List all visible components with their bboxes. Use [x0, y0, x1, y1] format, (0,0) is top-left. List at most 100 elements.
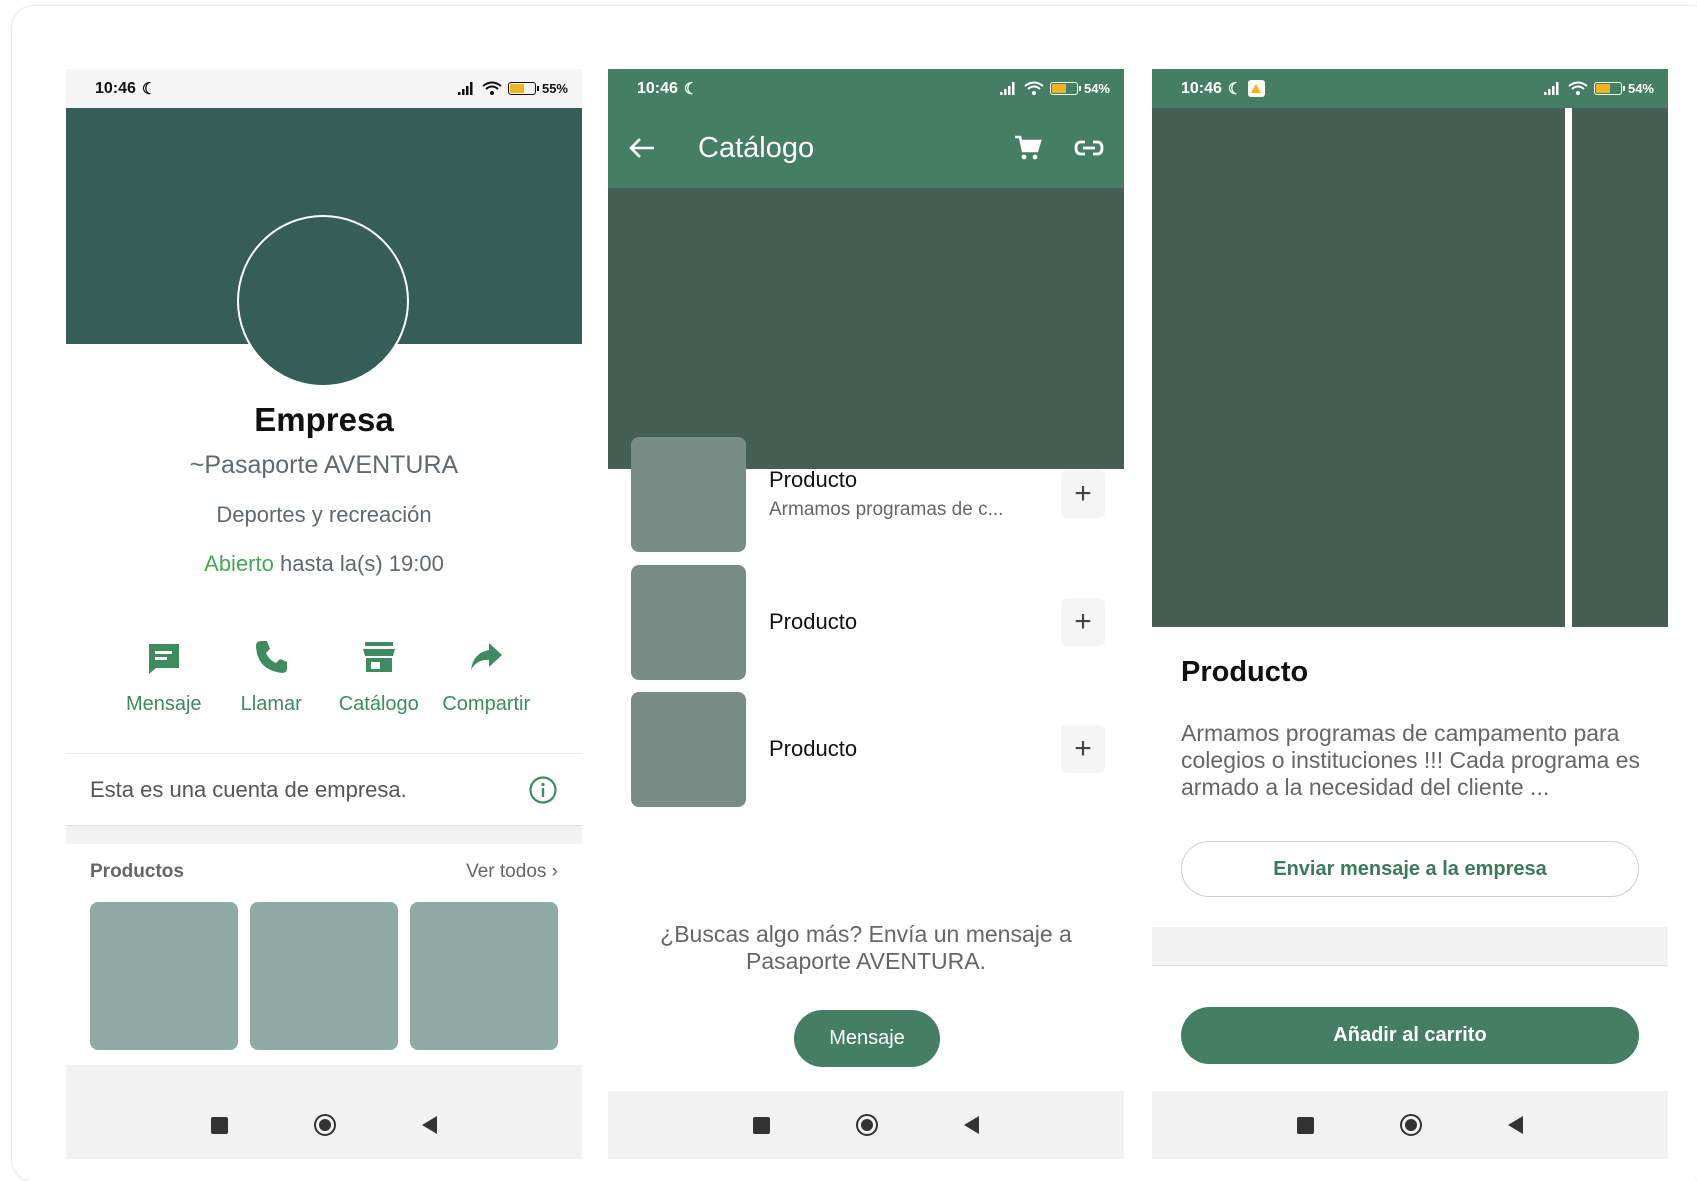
- more-prompt-line-1: ¿Buscas algo más? Envía un mensaje a: [660, 921, 1072, 947]
- section-divider: [66, 825, 582, 844]
- product-description: Armamos programas de campamento para col…: [1181, 720, 1640, 800]
- call-action-label: Llamar: [240, 693, 302, 715]
- product-image: [631, 436, 746, 552]
- android-nav-bar: [608, 1091, 1124, 1159]
- signal-icon: [999, 82, 1015, 95]
- see-all-label: Ver todos: [466, 861, 547, 882]
- signal-icon: [1543, 82, 1559, 95]
- business-category: Deportes y recreación: [216, 502, 432, 527]
- back-button[interactable]: [1508, 1116, 1523, 1134]
- message-icon: [148, 644, 179, 674]
- battery-icon: [1593, 82, 1625, 95]
- recents-button[interactable]: [211, 1116, 228, 1134]
- wifi-icon: [1568, 81, 1588, 95]
- product-thumbnail[interactable]: [90, 902, 238, 1050]
- list-item[interactable]: Producto +: [631, 564, 1105, 680]
- hours-text: hasta la(s) 19:00: [273, 551, 444, 576]
- android-nav-bar: [66, 1091, 582, 1159]
- share-action-label: Compartir: [442, 693, 531, 715]
- recents-button[interactable]: [753, 1116, 770, 1134]
- share-icon: [471, 643, 503, 670]
- status-bar: 10:46 ☾ 54%: [608, 69, 1124, 108]
- back-button[interactable]: [964, 1116, 979, 1134]
- product-image: [631, 564, 746, 680]
- message-action-button[interactable]: Mensaje: [110, 637, 218, 716]
- phone-icon: [256, 641, 288, 673]
- catalog-action-button[interactable]: Catálogo: [325, 637, 433, 716]
- message-action-label: Mensaje: [125, 693, 202, 715]
- action-row: Mensaje Llamar Catálogo Compartir: [110, 637, 540, 716]
- gallery-divider: [1565, 108, 1572, 627]
- wifi-icon: [482, 81, 502, 95]
- wifi-icon: [1024, 81, 1044, 95]
- section-divider: [1152, 927, 1668, 966]
- products-header: Productos Ver todos ›: [90, 861, 558, 883]
- drive-notification-icon: [1248, 80, 1266, 97]
- product-thumbnails: [90, 902, 558, 1050]
- open-status: Abierto: [204, 551, 274, 576]
- more-prompt-line-2: Pasaporte AVENTURA.: [746, 948, 986, 974]
- cart-icon[interactable]: [1014, 135, 1042, 161]
- products-title: Productos: [90, 861, 184, 882]
- product-description: Armamos programas de c...: [769, 499, 1004, 520]
- add-product-button[interactable]: +: [1061, 470, 1105, 518]
- catalog-action-label: Catálogo: [338, 693, 419, 715]
- product-name: Producto: [769, 736, 858, 761]
- back-button[interactable]: [422, 1116, 437, 1134]
- add-product-button[interactable]: +: [1061, 725, 1105, 773]
- product-image: [631, 691, 746, 807]
- catalog-banner: [608, 188, 1124, 469]
- status-time: 10:46: [637, 79, 678, 97]
- moon-icon: ☾: [1227, 80, 1243, 98]
- signal-icon: [457, 82, 473, 95]
- battery-percent: 54%: [1627, 81, 1654, 96]
- call-action-button[interactable]: Llamar: [218, 637, 326, 716]
- home-button[interactable]: [1400, 1114, 1422, 1136]
- profile-screen: 10:46 ☾ 55% Empresa ~Pasaporte AVENTURA …: [66, 69, 582, 1159]
- recents-button[interactable]: [1297, 1116, 1314, 1134]
- info-text: Esta es una cuenta de empresa.: [90, 776, 407, 802]
- list-item[interactable]: Producto +: [631, 691, 1105, 807]
- avatar[interactable]: [237, 215, 409, 387]
- info-icon[interactable]: [528, 775, 558, 805]
- more-prompt: ¿Buscas algo más? Envía un mensaje a Pas…: [608, 921, 1124, 975]
- product-image-gallery[interactable]: [1152, 108, 1668, 627]
- add-product-button[interactable]: +: [1061, 598, 1105, 646]
- status-time: 10:46: [1181, 79, 1222, 97]
- product-name: Producto: [769, 467, 858, 492]
- store-icon: [362, 642, 395, 672]
- business-subtitle: ~Pasaporte AVENTURA: [189, 451, 459, 479]
- business-account-info[interactable]: Esta es una cuenta de empresa.: [66, 753, 582, 825]
- product-thumbnail[interactable]: [410, 902, 558, 1050]
- app-bar: Catálogo: [608, 108, 1124, 188]
- see-all-link[interactable]: Ver todos ›: [466, 861, 558, 883]
- battery-icon: [1049, 82, 1081, 95]
- home-button[interactable]: [856, 1114, 878, 1136]
- product-name: Producto: [769, 609, 858, 634]
- battery-percent: 54%: [1083, 81, 1110, 96]
- link-icon[interactable]: [1074, 138, 1104, 158]
- status-time: 10:46: [95, 79, 136, 97]
- add-to-cart-button[interactable]: Añadir al carrito: [1181, 1007, 1639, 1064]
- back-arrow-icon[interactable]: [628, 136, 656, 160]
- business-hours: Abierto hasta la(s) 19:00: [66, 551, 582, 577]
- moon-icon: ☾: [683, 80, 699, 98]
- page-title: Catálogo: [698, 131, 815, 164]
- catalog-screen: 10:46 ☾ 54% Catálogo Producto Armamos pr…: [608, 69, 1124, 1159]
- status-bar: 10:46 ☾ 55%: [66, 69, 582, 108]
- list-item[interactable]: Producto Armamos programas de c... +: [631, 436, 1105, 552]
- share-action-button[interactable]: Compartir: [433, 637, 541, 716]
- chevron-right-icon: ›: [551, 861, 558, 882]
- android-nav-bar: [1152, 1091, 1668, 1159]
- home-button[interactable]: [314, 1114, 336, 1136]
- battery-percent: 55%: [541, 81, 568, 96]
- message-button[interactable]: Mensaje: [794, 1010, 940, 1067]
- product-screen: 10:46 ☾ 54% Producto Armamos programas d…: [1152, 69, 1668, 1159]
- send-message-button[interactable]: Enviar mensaje a la empresa: [1181, 841, 1639, 897]
- product-title: Producto: [1181, 656, 1309, 688]
- status-bar: 10:46 ☾ 54%: [1152, 69, 1668, 108]
- product-thumbnail[interactable]: [250, 902, 398, 1050]
- business-name: Empresa: [254, 401, 394, 438]
- battery-icon: [507, 82, 539, 95]
- moon-icon: ☾: [141, 80, 157, 98]
